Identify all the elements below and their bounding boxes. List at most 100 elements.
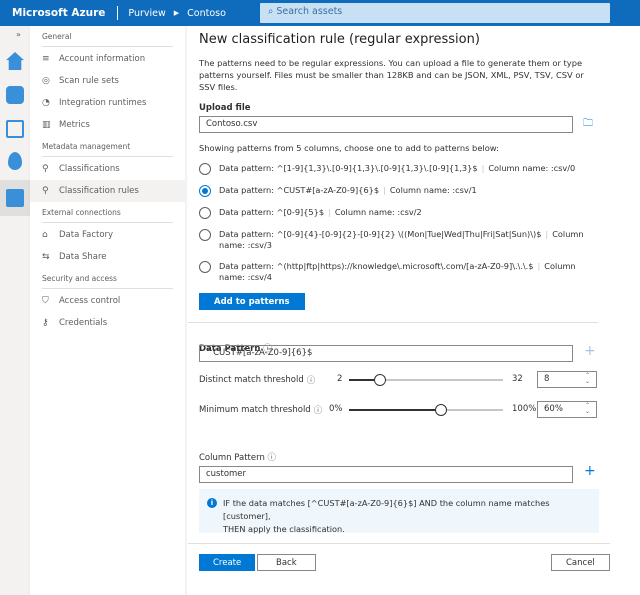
back-button[interactable]: Back xyxy=(257,554,316,571)
separator: | xyxy=(328,207,331,217)
sidebar-section-header: Security and access xyxy=(30,268,185,290)
brand[interactable]: Microsoft Azure xyxy=(0,7,105,19)
pattern-option[interactable]: Data pattern: ^CUST#[a-zA-Z0-9]{6}$ | Colu… xyxy=(199,185,599,197)
distinct-slider[interactable] xyxy=(349,374,503,386)
info-icon[interactable]: ⓘ xyxy=(314,404,323,416)
column-pattern-label-text: Column Pattern xyxy=(199,453,265,463)
minimum-min: 0% xyxy=(329,404,343,414)
pattern-option[interactable]: Data pattern: ^(http|ftp|https)://knowle… xyxy=(199,261,599,283)
radio-button[interactable] xyxy=(199,261,211,273)
spin-arrows-icon[interactable]: ⌃ ⌄ xyxy=(585,403,590,415)
sidebar-item-access-control[interactable]: ⛉ Access control xyxy=(30,290,185,312)
pattern-option[interactable]: Data pattern: ^[0-9]{5}$ | Column name: :c… xyxy=(199,207,599,219)
sidebar-item-label: Account information xyxy=(59,54,146,64)
sidebar-item-label: Classification rules xyxy=(59,186,139,196)
divider xyxy=(188,543,610,544)
breadcrumb-purview[interactable]: Purview xyxy=(128,8,165,19)
pattern-option[interactable]: Data pattern: ^[0-9]{4}-[0-9]{2}-[0-9]{2… xyxy=(199,229,599,251)
pattern-text: Data pattern: ^(http|ftp|https)://knowle… xyxy=(219,261,599,283)
sidebar-item-label: Classifications xyxy=(59,164,120,174)
classification-rule-panel: New classification rule (regular express… xyxy=(188,26,610,595)
classification-rule-icon: ⚲ xyxy=(42,186,49,196)
toolbox-icon xyxy=(6,189,24,207)
separator: | xyxy=(383,185,386,195)
pattern-option[interactable]: Data pattern: ^[1-9]{1,3}\.[0-9]{1,3}\.[… xyxy=(199,163,599,175)
slider-thumb[interactable] xyxy=(373,374,386,386)
panel-title: New classification rule (regular express… xyxy=(199,32,480,47)
metrics-icon: ▥ xyxy=(42,120,51,130)
spin-arrows-icon[interactable]: ⌃ ⌄ xyxy=(585,373,590,385)
pattern-column: Column name: :csv/0 xyxy=(488,163,576,173)
add-data-pattern-icon[interactable]: + xyxy=(584,343,596,359)
upload-file-input[interactable]: Contoso.csv xyxy=(199,116,573,133)
sidebar-item-data-share[interactable]: ⇆ Data Share xyxy=(30,246,185,268)
pattern-regex: Data pattern: ^[0-9]{5}$ xyxy=(219,207,325,217)
top-bar: Microsoft Azure Purview ▶ Contoso ⌕ Sear… xyxy=(0,0,640,26)
separator: | xyxy=(481,163,485,173)
sidebar-item-label: Data Share xyxy=(59,252,107,262)
catalog-icon[interactable] xyxy=(6,120,24,138)
sidebar-item-classification-rules[interactable]: ⚲ Classification rules xyxy=(30,180,185,202)
add-to-patterns-button[interactable]: Add to patterns xyxy=(199,293,305,310)
insights-icon[interactable] xyxy=(8,152,22,170)
sidebar-item-label: Metrics xyxy=(59,120,90,130)
cancel-button[interactable]: Cancel xyxy=(551,554,610,571)
add-column-pattern-icon[interactable]: + xyxy=(584,463,596,479)
radio-button[interactable] xyxy=(199,163,211,175)
info-icon[interactable]: ⓘ xyxy=(307,374,316,386)
folder-icon[interactable]: 🗀 xyxy=(583,116,593,133)
distinct-label: Distinct match threshold xyxy=(199,375,304,385)
pattern-regex: Data pattern: ^CUST#[a-zA-Z0-9]{6}$ xyxy=(219,185,380,195)
sidebar-section-header: External connections xyxy=(30,202,185,224)
minimum-spinner[interactable]: 60% ⌃ ⌄ xyxy=(537,401,597,418)
radio-button[interactable] xyxy=(199,229,211,241)
column-pattern-input[interactable]: customer xyxy=(199,466,573,483)
slider-thumb[interactable] xyxy=(435,404,448,416)
pattern-column: Column name: :csv/1 xyxy=(389,185,477,195)
info-icon: i xyxy=(207,498,217,508)
info-icon[interactable]: ⓘ xyxy=(268,453,277,463)
search-input[interactable]: ⌕ Search assets xyxy=(260,3,610,23)
sidebar-item-integration-runtimes[interactable]: ◔ Integration runtimes xyxy=(30,92,185,114)
management-tab[interactable] xyxy=(0,180,30,216)
expand-icon[interactable]: » xyxy=(16,30,21,39)
info-line-2: THEN apply the classification. xyxy=(223,524,345,534)
divider xyxy=(117,6,119,20)
separator: | xyxy=(545,229,549,239)
pattern-regex: Data pattern: ^[1-9]{1,3}\.[0-9]{1,3}\.[… xyxy=(219,163,478,173)
description: The patterns need to be regular expressi… xyxy=(199,58,584,92)
sidebar-section-header: General xyxy=(30,26,185,48)
sidebar-item-label: Integration runtimes xyxy=(59,98,147,108)
data-map-icon[interactable] xyxy=(6,86,24,104)
sidebar-item-data-factory[interactable]: ⌂ Data Factory xyxy=(30,224,185,246)
info-line-1: IF the data matches [^CUST#[a-zA-Z0-9]{6… xyxy=(223,498,550,521)
breadcrumb-contoso[interactable]: Contoso xyxy=(187,8,226,19)
sidebar-item-credentials[interactable]: ⚷ Credentials xyxy=(30,312,185,334)
sidebar-item-label: Scan rule sets xyxy=(59,76,119,86)
access-icon: ⛉ xyxy=(42,296,49,306)
chevron-right-icon: ▶ xyxy=(173,9,180,17)
data-pattern-input[interactable]: ^CUST#[a-zA-Z0-9]{6}$ xyxy=(199,345,573,362)
share-icon: ⇆ xyxy=(42,252,50,262)
radio-button[interactable] xyxy=(199,185,211,197)
sidebar-item-label: Data Factory xyxy=(59,230,114,240)
sidebar-item-label: Access control xyxy=(59,296,121,306)
pattern-radio-group: Data pattern: ^[1-9]{1,3}\.[0-9]{1,3}\.[… xyxy=(199,163,599,283)
pattern-text: Data pattern: ^CUST#[a-zA-Z0-9]{6}$ | Colu… xyxy=(219,185,477,197)
sidebar-item-metrics[interactable]: ▥ Metrics xyxy=(30,114,185,136)
sidebar-item-account-information[interactable]: ≡ Account information xyxy=(30,48,185,70)
classification-icon: ⚲ xyxy=(42,164,49,174)
distinct-spinner[interactable]: 8 ⌃ ⌄ xyxy=(537,371,597,388)
sidebar-item-scan-rule-sets[interactable]: ◎ Scan rule sets xyxy=(30,70,185,92)
minimum-slider[interactable] xyxy=(349,404,503,416)
pattern-text: Data pattern: ^[0-9]{5}$ | Column name: :c… xyxy=(219,207,422,219)
left-rail: » xyxy=(0,26,30,595)
create-button[interactable]: Create xyxy=(199,554,256,571)
pattern-regex: Data pattern: ^[0-9]{4}-[0-9]{2}-[0-9]{2… xyxy=(219,229,542,239)
sidebar-item-classifications[interactable]: ⚲ Classifications xyxy=(30,158,185,180)
sidebar: General ≡ Account information ◎ Scan rule se… xyxy=(30,26,185,595)
radio-button[interactable] xyxy=(199,207,211,219)
credentials-icon: ⚷ xyxy=(42,318,49,328)
home-icon[interactable] xyxy=(6,52,24,70)
factory-icon: ⌂ xyxy=(42,230,48,240)
